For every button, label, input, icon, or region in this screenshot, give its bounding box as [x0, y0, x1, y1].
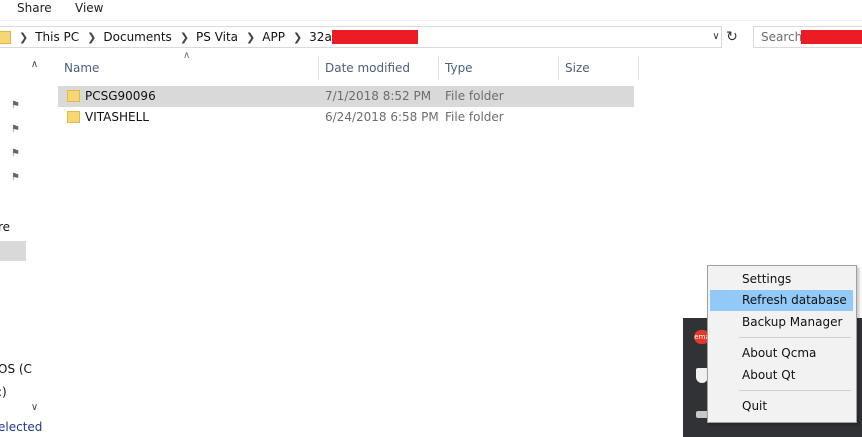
ribbon-tabs: Share View — [0, 0, 862, 20]
file-type: File folder — [445, 110, 504, 124]
column-header-size[interactable]: Size — [559, 56, 639, 80]
column-header-name[interactable]: Name — [58, 56, 319, 80]
redaction-bar — [801, 30, 862, 44]
nav-item-drive[interactable]: :) — [0, 385, 7, 399]
pin-icon: ⚑ — [11, 172, 20, 183]
refresh-icon[interactable]: ↻ — [724, 28, 740, 46]
breadcrumb-app[interactable]: APP — [262, 30, 285, 44]
nav-item-os-drive[interactable]: OS (C — [0, 362, 32, 376]
breadcrumb: ❯ This PC ❯ Documents ❯ PS Vita ❯ APP ❯ … — [0, 27, 418, 47]
tab-share[interactable]: Share — [17, 1, 52, 15]
column-header-type[interactable]: Type — [439, 56, 559, 80]
file-name: VITASHELL — [85, 110, 149, 124]
redaction-bar — [331, 30, 418, 44]
menu-item-settings[interactable]: Settings — [710, 269, 853, 290]
pin-icon: ⚑ — [11, 124, 20, 135]
breadcrumb-documents[interactable]: Documents — [103, 30, 171, 44]
menu-separator — [739, 337, 851, 338]
chevron-right-icon[interactable]: ❯ — [180, 31, 189, 44]
menu-item-quit[interactable]: Quit — [710, 396, 853, 417]
pin-icon: ⚑ — [11, 100, 20, 111]
navigation-pane: ∧ ∨ ⚑ ⚑ ⚑ ⚑ re OS (C :) — [0, 54, 45, 437]
menu-item-label: About Qcma — [742, 346, 817, 360]
tab-view[interactable]: View — [75, 1, 103, 15]
chevron-right-icon[interactable]: ❯ — [19, 31, 28, 44]
file-date: 7/1/2018 8:52 PM — [325, 89, 432, 103]
qcma-context-menu: Settings Refresh database Backup Manager… — [707, 265, 857, 423]
menu-item-about-qcma[interactable]: About Qcma — [710, 343, 853, 364]
folder-icon — [0, 30, 11, 44]
chevron-right-icon[interactable]: ❯ — [246, 31, 255, 44]
address-bar[interactable]: ❯ This PC ❯ Documents ❯ PS Vita ❯ APP ❯ … — [0, 26, 722, 48]
breadcrumb-ps-vita[interactable]: PS Vita — [196, 30, 238, 44]
folder-icon — [67, 90, 80, 102]
file-date: 6/24/2018 6:58 PM — [325, 110, 439, 124]
pin-icon: ⚑ — [11, 148, 20, 159]
menu-item-label: About Qt — [742, 368, 796, 382]
chevron-right-icon[interactable]: ❯ — [87, 31, 96, 44]
menu-item-about-qt[interactable]: About Qt — [710, 365, 853, 386]
address-dropdown-icon[interactable]: ∨ — [710, 28, 722, 46]
column-header-date[interactable]: Date modified — [319, 56, 439, 80]
scroll-up-icon[interactable]: ∧ — [26, 56, 43, 73]
breadcrumb-current[interactable]: 32a — [309, 30, 332, 44]
file-type: File folder — [445, 89, 504, 103]
ribbon-divider — [0, 20, 862, 21]
file-row[interactable]: PCSG90096 7/1/2018 8:52 PM File folder — [58, 86, 634, 107]
nav-item-selected[interactable] — [0, 241, 26, 261]
menu-item-backup-manager[interactable]: Backup Manager — [710, 312, 853, 333]
file-name: PCSG90096 — [85, 89, 156, 103]
menu-item-label: Refresh database — [742, 293, 847, 307]
file-row[interactable]: VITASHELL 6/24/2018 6:58 PM File folder — [58, 107, 634, 128]
chevron-right-icon[interactable]: ❯ — [293, 31, 302, 44]
nav-item-partial[interactable]: re — [0, 220, 10, 234]
menu-item-refresh-database[interactable]: Refresh database — [710, 290, 853, 311]
folder-icon — [67, 111, 80, 123]
menu-item-label: Settings — [742, 272, 792, 286]
menu-item-label: Quit — [742, 399, 768, 413]
breadcrumb-this-pc[interactable]: This PC — [35, 30, 79, 44]
scroll-down-icon[interactable]: ∨ — [26, 399, 43, 416]
menu-separator — [739, 390, 851, 391]
menu-item-label: Backup Manager — [742, 315, 843, 329]
status-bar-text: elected — [0, 420, 43, 434]
search-input[interactable]: Search 3 — [753, 26, 862, 48]
